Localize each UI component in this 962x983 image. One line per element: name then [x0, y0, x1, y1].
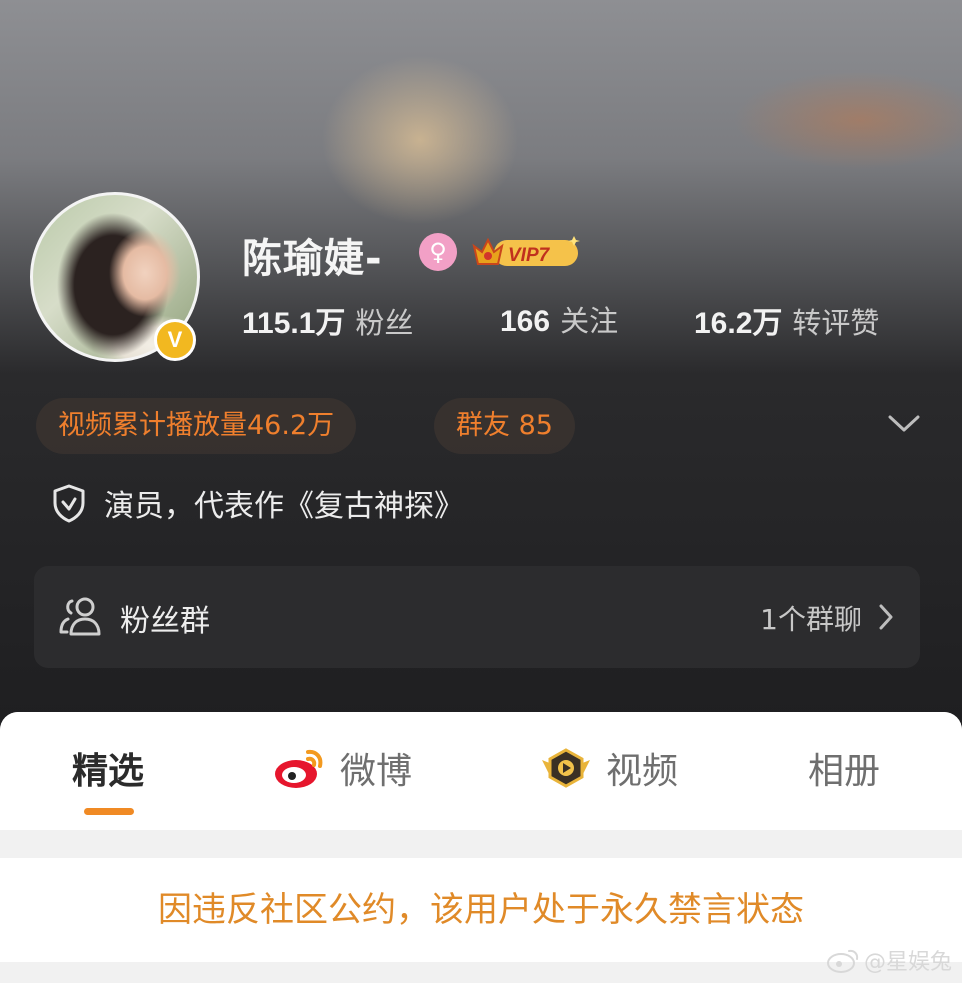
stat-label: 转评赞 — [792, 306, 880, 340]
chevron-right-icon — [879, 604, 893, 630]
stat-value: 166 — [500, 305, 551, 338]
tab-album[interactable]: 相册 — [808, 742, 880, 794]
stat-label: 粉丝 — [355, 306, 414, 340]
ban-notice: 因违反社区公约，该用户处于永久禁言状态 — [0, 858, 962, 962]
vip-badge[interactable]: VIP7 — [468, 232, 582, 272]
stat-value: 115.1万 — [242, 307, 346, 340]
description-text: 演员，代表作《复古神探》 — [104, 489, 464, 524]
watermark: @星娱兔 — [826, 944, 952, 976]
tab-featured[interactable]: 精选 — [72, 742, 144, 794]
stat-reposts-comments-likes[interactable]: 16.2万 转评赞 — [694, 298, 879, 342]
users-icon — [59, 597, 101, 636]
tab-video[interactable]: 视频 — [538, 742, 678, 794]
content-panel: 精选 微博 视频 相册 因违反社区公约，该用户处于永久禁言状态 — [0, 712, 962, 983]
tab-weibo[interactable]: 微博 — [272, 742, 412, 794]
fans-group-count: 1个群聊 — [760, 603, 862, 636]
verified-badge-icon: V — [154, 319, 196, 361]
group-friends-chip[interactable]: 群友 85 — [434, 398, 575, 454]
tab-bar: 精选 微博 视频 相册 — [0, 712, 962, 830]
watermark-text: @星娱兔 — [863, 950, 952, 975]
vip-label: VIP7 — [508, 245, 551, 266]
tab-label: 视频 — [606, 751, 679, 792]
stat-following[interactable]: 166 关注 — [500, 298, 618, 340]
profile-name: 陈瑜婕- — [242, 236, 383, 282]
tab-label: 微博 — [340, 751, 413, 792]
shield-check-icon — [53, 484, 85, 523]
profile-description: 演员，代表作《复古神探》 — [52, 481, 464, 525]
tab-label: 精选 — [72, 751, 145, 792]
chevron-down-icon[interactable] — [884, 408, 924, 438]
weibo-icon — [275, 749, 323, 788]
active-tab-indicator — [84, 808, 134, 815]
stat-fans[interactable]: 115.1万 粉丝 — [242, 298, 413, 342]
video-badge-icon — [542, 748, 590, 788]
fans-group-row[interactable]: 粉丝群 1个群聊 — [34, 566, 920, 668]
weibo-watermark-icon — [826, 949, 859, 973]
female-icon: ♀ — [419, 233, 457, 271]
stat-value: 16.2万 — [694, 307, 783, 340]
stat-label: 关注 — [560, 304, 619, 338]
tab-label: 相册 — [808, 751, 881, 792]
video-plays-chip[interactable]: 视频累计播放量46.2万 — [36, 398, 357, 454]
fans-group-label: 粉丝群 — [120, 604, 210, 639]
